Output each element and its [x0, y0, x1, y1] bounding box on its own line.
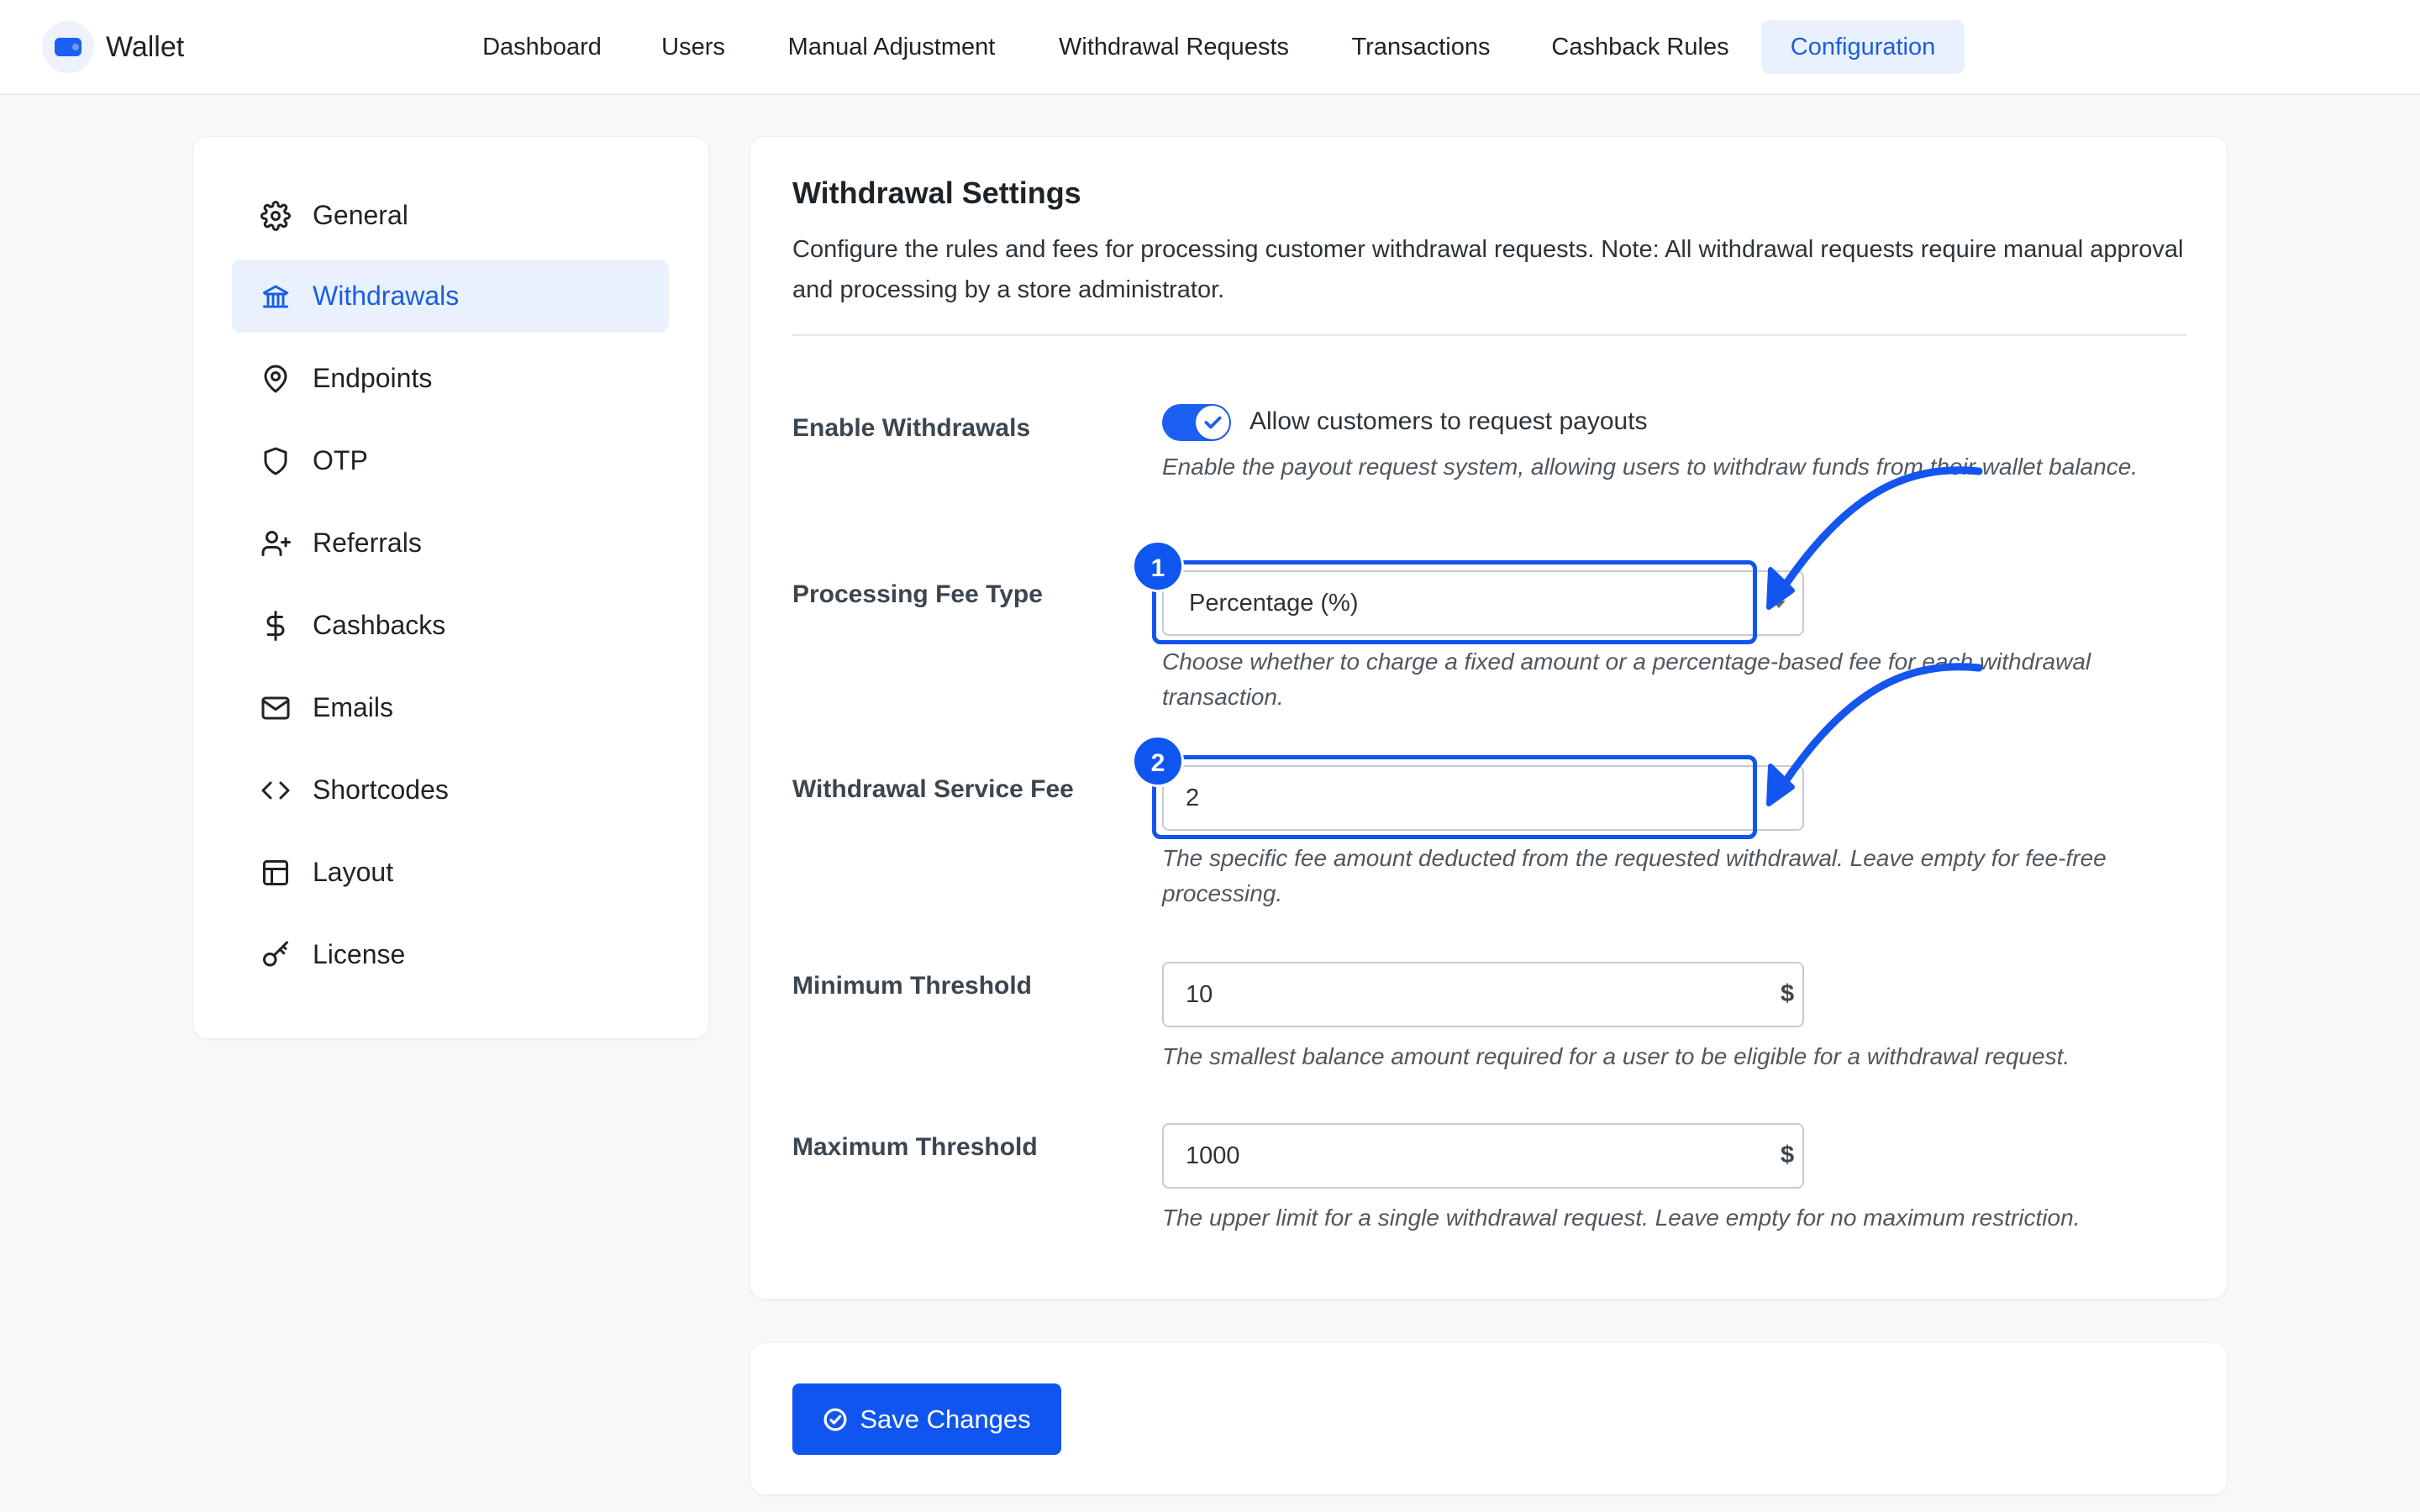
sidebar-item-layout[interactable]: Layout	[232, 836, 669, 909]
save-changes-button[interactable]: Save Changes	[792, 1383, 1061, 1455]
sidebar-item-label: Cashbacks	[313, 610, 446, 640]
sidebar-item-shortcodes[interactable]: Shortcodes	[232, 753, 669, 827]
sidebar-item-label: Shortcodes	[313, 774, 449, 805]
sidebar-item-cashbacks[interactable]: Cashbacks	[232, 589, 669, 662]
main-nav: Dashboard Users Manual Adjustment Withdr…	[0, 20, 2420, 74]
sidebar-item-label: Endpoints	[313, 363, 433, 393]
save-changes-label: Save Changes	[860, 1404, 1031, 1434]
sidebar-item-general[interactable]: General	[232, 179, 669, 252]
sidebar-item-endpoints[interactable]: Endpoints	[232, 342, 669, 415]
sidebar-item-label: Layout	[313, 857, 394, 887]
sidebar-item-license[interactable]: License	[232, 918, 669, 991]
code-icon	[259, 774, 292, 807]
mail-icon	[259, 691, 292, 725]
nav-withdrawal-requests[interactable]: Withdrawal Requests	[1044, 20, 1304, 74]
layout-icon	[259, 856, 292, 890]
sidebar-item-otp[interactable]: OTP	[232, 424, 669, 497]
map-pin-icon	[259, 362, 292, 396]
nav-manual-adjustment[interactable]: Manual Adjustment	[768, 20, 1015, 74]
annotation-arrows	[1766, 466, 1983, 806]
sidebar-item-label: OTP	[313, 445, 368, 475]
sidebar-item-withdrawals[interactable]: Withdrawals	[232, 260, 669, 333]
check-circle-icon	[823, 1408, 847, 1431]
sidebar-item-label: License	[313, 939, 406, 969]
gear-icon	[259, 199, 292, 233]
sidebar-item-label: Withdrawals	[313, 281, 460, 311]
bank-icon	[259, 280, 292, 313]
dollar-icon	[259, 609, 292, 643]
withdrawal-settings-card: Withdrawal Settings Configure the rules …	[750, 136, 2228, 1299]
nav-users[interactable]: Users	[647, 20, 739, 74]
sidebar-item-label: General	[313, 200, 408, 230]
nav-cashback-rules[interactable]: Cashback Rules	[1538, 20, 1743, 74]
sidebar-item-emails[interactable]: Emails	[232, 671, 669, 744]
sidebar-item-referrals[interactable]: Referrals	[232, 507, 669, 580]
user-plus-icon	[259, 527, 292, 560]
nav-transactions[interactable]: Transactions	[1333, 20, 1509, 74]
settings-sidebar: General Withdrawals Endpoints OTP Referr…	[192, 136, 709, 1039]
sidebar-item-label: Referrals	[313, 528, 422, 558]
sidebar-item-label: Emails	[313, 692, 394, 722]
nav-dashboard[interactable]: Dashboard	[466, 20, 618, 74]
top-bar: Wallet Dashboard Users Manual Adjustment…	[0, 0, 2420, 95]
key-icon	[259, 938, 292, 972]
save-card: Save Changes	[750, 1342, 2228, 1495]
nav-configuration[interactable]: Configuration	[1761, 20, 1965, 74]
shield-icon	[259, 444, 292, 478]
